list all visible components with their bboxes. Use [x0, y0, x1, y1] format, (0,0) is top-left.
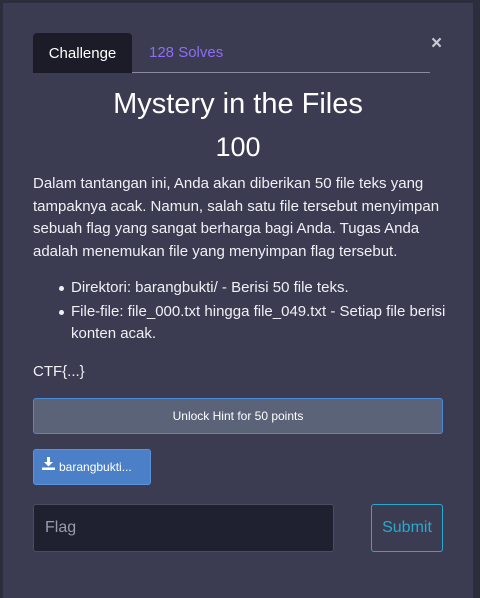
unlock-hint-button[interactable]: Unlock Hint for 50 points [33, 398, 443, 434]
list-item: File-file: file_000.txt hingga file_049.… [33, 301, 451, 346]
list-item: Direktori: barangbukti/ - Berisi 50 file… [33, 277, 451, 300]
challenge-modal: × Challenge 128 Solves Mystery in the Fi… [3, 3, 473, 598]
detail-list: Direktori: barangbukti/ - Berisi 50 file… [33, 277, 451, 347]
tab-solves[interactable]: 128 Solves [149, 33, 223, 73]
submit-button[interactable]: Submit [371, 504, 443, 552]
close-icon[interactable]: × [431, 34, 442, 53]
challenge-points: 100 [215, 132, 261, 162]
challenge-title: Mystery in the Files [113, 88, 363, 120]
challenge-description: Dalam tantangan ini, Anda akan diberikan… [33, 175, 440, 260]
download-file-button[interactable]: barangbukti... [33, 449, 151, 485]
flag-input[interactable] [33, 504, 334, 552]
download-icon [42, 450, 55, 483]
tab-bar: Challenge 128 Solves [33, 33, 430, 73]
file-name: barangbukti... [59, 459, 132, 474]
tab-challenge[interactable]: Challenge [33, 33, 132, 73]
flag-format: CTF{...} [33, 363, 85, 380]
